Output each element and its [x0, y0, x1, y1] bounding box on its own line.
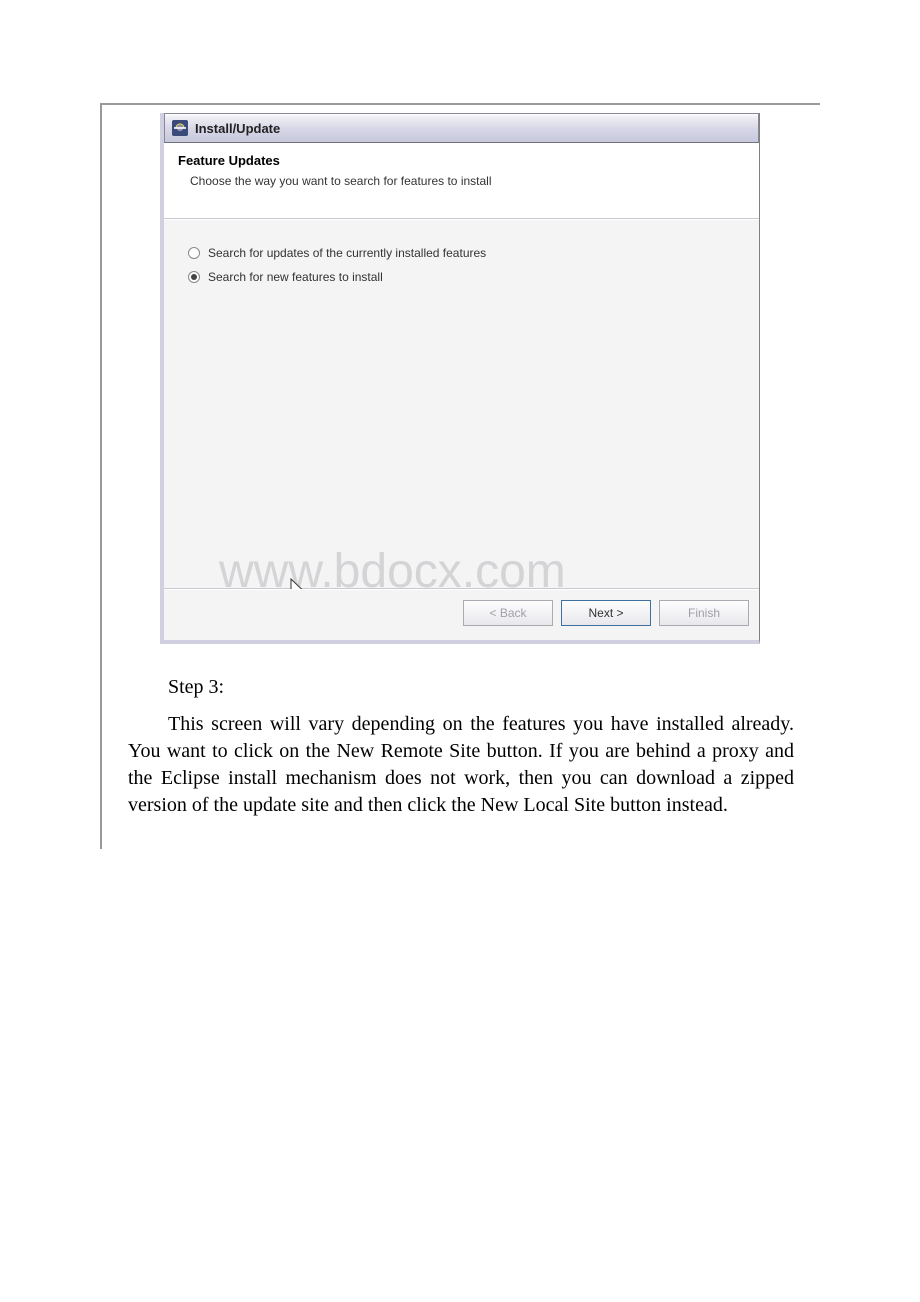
button-label: Next > [588, 606, 623, 620]
wizard-description: Choose the way you want to search for fe… [190, 174, 745, 188]
wizard-title: Feature Updates [178, 153, 745, 168]
back-button[interactable]: < Back [463, 600, 553, 626]
radio-unchecked-icon [188, 247, 200, 259]
button-label: Finish [688, 606, 720, 620]
next-button[interactable]: Next > [561, 600, 651, 626]
radio-checked-icon [188, 271, 200, 283]
title-bar-text: Install/Update [195, 121, 280, 136]
wizard-button-bar: < Back Next > Finish [164, 589, 759, 640]
title-bar: Install/Update [164, 113, 759, 143]
document-text: Step 3: This screen will vary depending … [128, 674, 794, 819]
wizard-header: Feature Updates Choose the way you want … [164, 143, 759, 219]
eclipse-icon [171, 119, 189, 137]
step-label: Step 3: [128, 674, 794, 701]
wizard-content: Search for updates of the currently inst… [164, 219, 759, 589]
radio-search-new[interactable]: Search for new features to install [188, 270, 735, 284]
button-label: < Back [489, 606, 526, 620]
instruction-paragraph: This screen will vary depending on the f… [128, 711, 794, 819]
finish-button[interactable]: Finish [659, 600, 749, 626]
radio-label: Search for updates of the currently inst… [208, 246, 486, 260]
radio-search-installed[interactable]: Search for updates of the currently inst… [188, 246, 735, 260]
install-update-dialog: Install/Update Feature Updates Choose th… [160, 113, 760, 644]
document-frame: Install/Update Feature Updates Choose th… [100, 103, 820, 849]
radio-label: Search for new features to install [208, 270, 383, 284]
